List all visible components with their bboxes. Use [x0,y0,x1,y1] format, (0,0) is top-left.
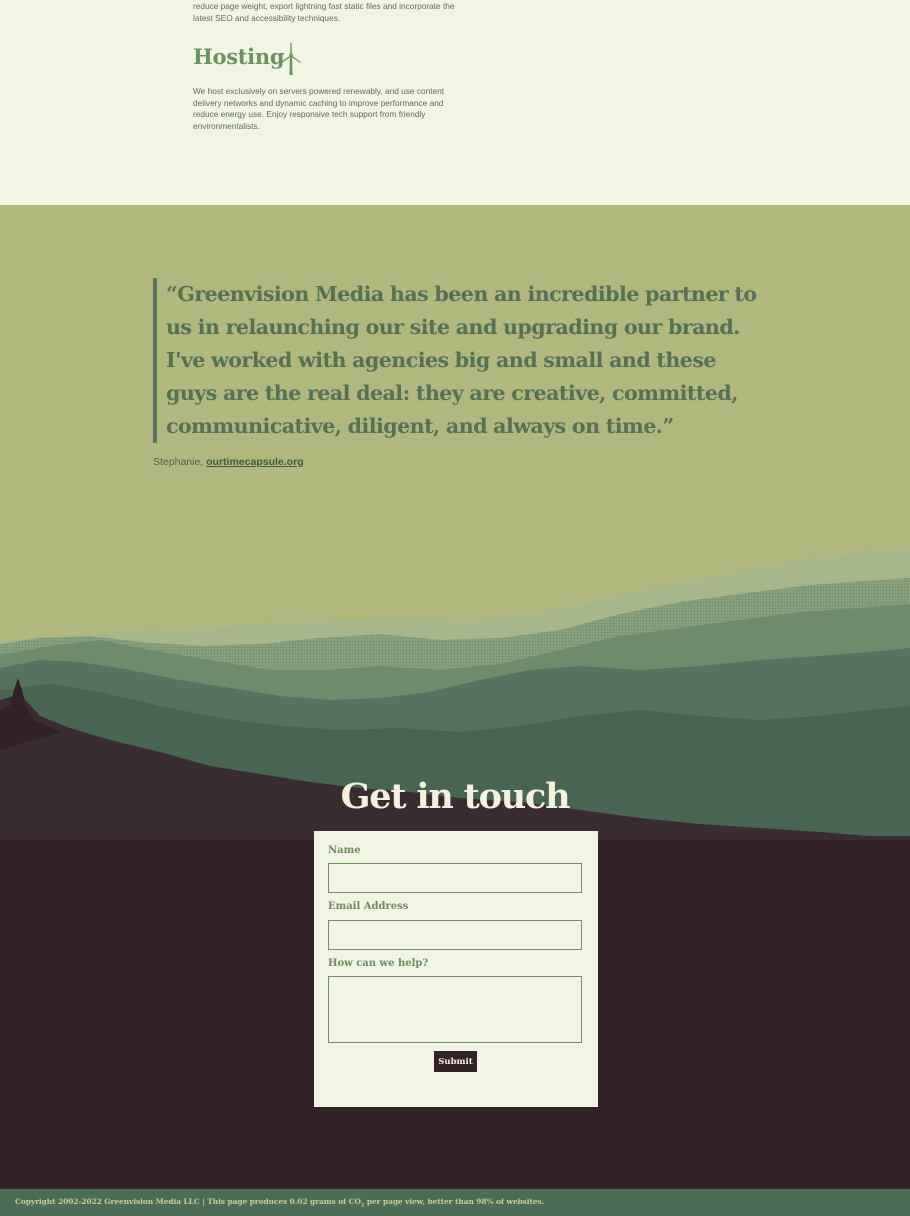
footer-copyright: Copyright 2002-2022 Greenvision Media LL… [15,1197,544,1208]
hosting-description: We host exclusively on servers powered r… [193,86,445,131]
submit-button[interactable]: Submit [434,1051,477,1072]
name-label: Name [328,845,361,856]
page: reduce page weight, export lightning fas… [0,0,910,1216]
quote-author: Stephanie, [153,456,207,468]
seo-description: reduce page weight, export lightning fas… [193,1,455,23]
hosting-heading: Hosting [193,44,285,69]
email-label: Email Address [328,901,409,912]
footer-text-tail: per page view, better than 98% of websit… [364,1197,545,1206]
footer: Copyright 2002-2022 Greenvision Media LL… [0,1189,910,1216]
email-field[interactable] [328,920,582,950]
client-site-link[interactable]: ourtimecapsule.org [206,456,303,468]
services-section: reduce page weight, export lightning fas… [0,0,910,205]
contact-form: Name Email Address How can we help? Subm… [314,831,598,1107]
quote-text: “Greenvision Media has been an incredibl… [166,282,757,438]
name-field[interactable] [328,863,582,893]
message-field[interactable] [328,976,582,1043]
wind-turbine-icon [281,43,301,75]
testimonial-quote: “Greenvision Media has been an incredibl… [153,278,766,443]
footer-text-main: Copyright 2002-2022 Greenvision Media LL… [15,1197,361,1206]
contact-title: Get in touch [340,776,571,817]
help-label: How can we help? [328,958,429,969]
quote-attribution: Stephanie, ourtimecapsule.org [153,456,304,468]
